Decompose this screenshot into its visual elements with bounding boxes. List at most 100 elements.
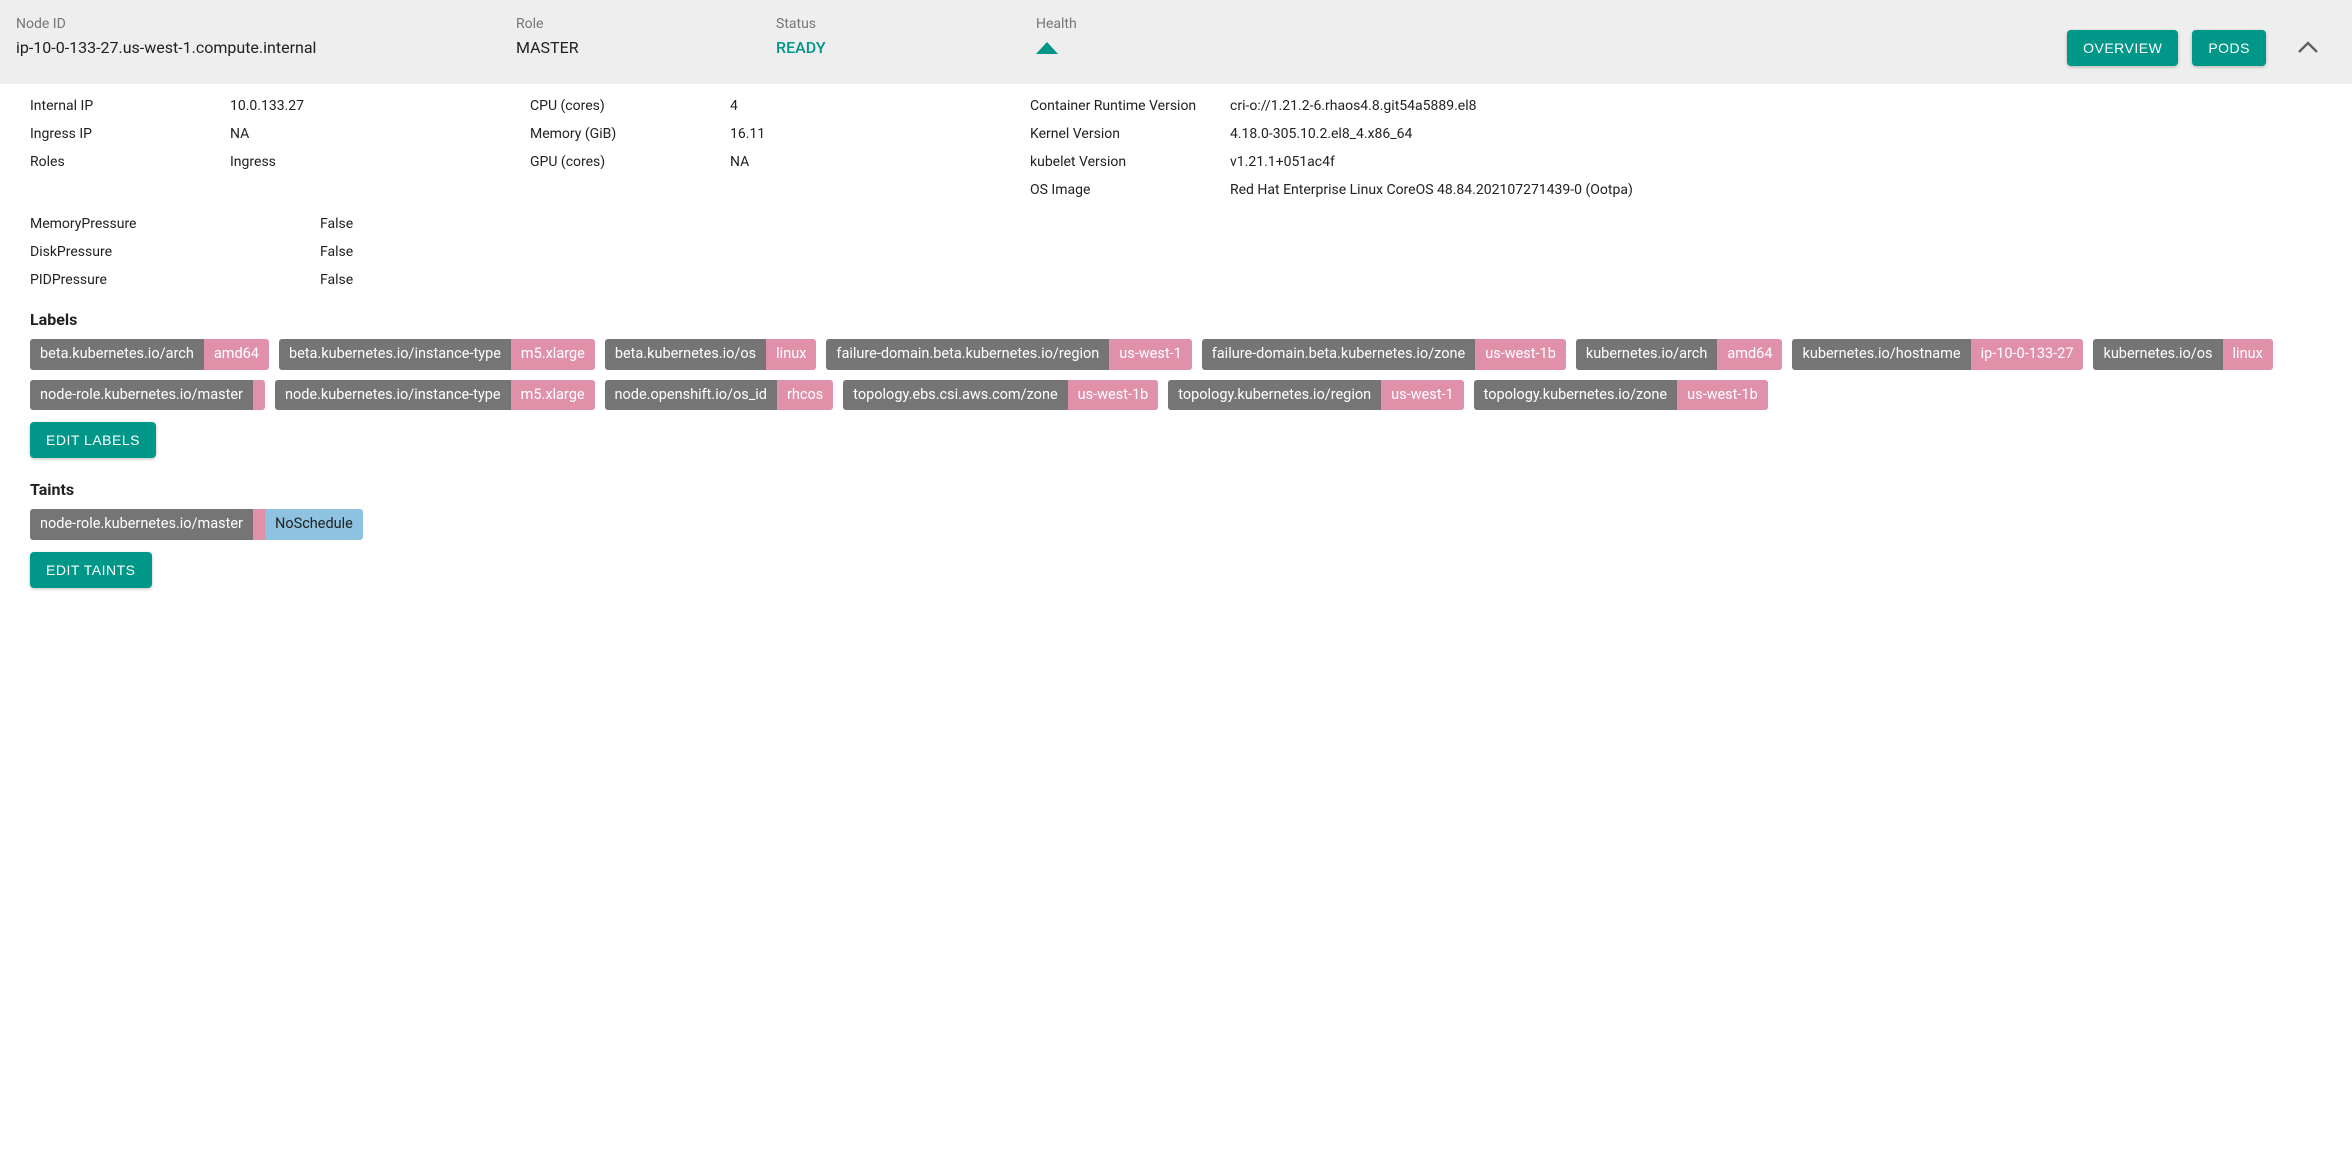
detail-label: OS Image bbox=[1030, 182, 1230, 198]
label-value: amd64 bbox=[1717, 339, 1782, 370]
detail-label: Memory (GiB) bbox=[530, 126, 730, 142]
label-chip: kubernetes.io/oslinux bbox=[2093, 339, 2272, 370]
detail-label: Container Runtime Version bbox=[1030, 98, 1230, 114]
collapse-toggle[interactable] bbox=[2280, 33, 2336, 64]
label-chip: node.openshift.io/os_idrhcos bbox=[605, 380, 834, 411]
detail-value: 4 bbox=[730, 98, 1030, 114]
label-value: us-west-1b bbox=[1068, 380, 1159, 411]
label-value: m5.xlarge bbox=[511, 339, 595, 370]
detail-value: Ingress bbox=[230, 154, 530, 170]
overview-button[interactable]: OVERVIEW bbox=[2067, 30, 2178, 66]
label-key: beta.kubernetes.io/instance-type bbox=[279, 339, 511, 370]
status-label: Status bbox=[776, 16, 1016, 32]
label-key: kubernetes.io/arch bbox=[1576, 339, 1718, 370]
labels-title: Labels bbox=[0, 296, 2352, 335]
detail-value: NA bbox=[730, 154, 1030, 170]
chevron-up-icon bbox=[2298, 41, 2318, 56]
detail-value: NA bbox=[230, 126, 530, 142]
taint-value bbox=[253, 509, 265, 540]
taints-title: Taints bbox=[0, 466, 2352, 505]
label-value: linux bbox=[2223, 339, 2273, 370]
condition-label: PIDPressure bbox=[30, 272, 320, 288]
header-health: Health bbox=[1036, 16, 1186, 54]
header-actions: OVERVIEW PODS bbox=[2067, 16, 2336, 66]
label-chip: failure-domain.beta.kubernetes.io/region… bbox=[826, 339, 1191, 370]
health-up-icon bbox=[1036, 42, 1186, 54]
pods-button[interactable]: PODS bbox=[2192, 30, 2266, 66]
detail-value: 16.11 bbox=[730, 126, 1030, 142]
condition-value: False bbox=[320, 244, 2344, 260]
label-chip: beta.kubernetes.io/oslinux bbox=[605, 339, 817, 370]
detail-label: Ingress IP bbox=[30, 126, 230, 142]
header-node-id: Node ID ip-10-0-133-27.us-west-1.compute… bbox=[16, 16, 496, 57]
label-chip: topology.kubernetes.io/zoneus-west-1b bbox=[1474, 380, 1768, 411]
details-col-versions: Container Runtime Versioncri-o://1.21.2-… bbox=[1030, 98, 2344, 198]
label-key: topology.ebs.csi.aws.com/zone bbox=[843, 380, 1067, 411]
label-value bbox=[253, 380, 265, 411]
header-status: Status READY bbox=[776, 16, 1016, 57]
label-chip: topology.kubernetes.io/regionus-west-1 bbox=[1168, 380, 1463, 411]
taint-chip: node-role.kubernetes.io/master NoSchedule bbox=[30, 509, 363, 540]
label-key: kubernetes.io/os bbox=[2093, 339, 2222, 370]
label-value: us-west-1b bbox=[1475, 339, 1566, 370]
details-col-network: Internal IP10.0.133.27Ingress IPNARolesI… bbox=[30, 98, 530, 198]
label-key: node.openshift.io/os_id bbox=[605, 380, 777, 411]
labels-chips: beta.kubernetes.io/archamd64beta.kuberne… bbox=[0, 335, 2352, 410]
label-chip: failure-domain.beta.kubernetes.io/zoneus… bbox=[1202, 339, 1566, 370]
detail-value: 10.0.133.27 bbox=[230, 98, 530, 114]
edit-taints-button[interactable]: EDIT TAINTS bbox=[30, 552, 152, 588]
details-col-resources: CPU (cores)4Memory (GiB)16.11GPU (cores)… bbox=[530, 98, 1030, 198]
label-chip: node.kubernetes.io/instance-typem5.xlarg… bbox=[275, 380, 595, 411]
label-key: node-role.kubernetes.io/master bbox=[30, 380, 253, 411]
label-value: amd64 bbox=[204, 339, 269, 370]
detail-value: cri-o://1.21.2-6.rhaos4.8.git54a5889.el8 bbox=[1230, 98, 2344, 114]
detail-label: kubelet Version bbox=[1030, 154, 1230, 170]
detail-value: 4.18.0-305.10.2.el8_4.x86_64 bbox=[1230, 126, 2344, 142]
detail-value: v1.21.1+051ac4f bbox=[1230, 154, 2344, 170]
status-value: READY bbox=[776, 38, 1016, 57]
detail-value: Red Hat Enterprise Linux CoreOS 48.84.20… bbox=[1230, 182, 2344, 198]
label-value: us-west-1b bbox=[1677, 380, 1768, 411]
taints-chips: node-role.kubernetes.io/master NoSchedule bbox=[0, 505, 2352, 540]
label-chip: kubernetes.io/archamd64 bbox=[1576, 339, 1783, 370]
health-label: Health bbox=[1036, 16, 1186, 32]
label-key: topology.kubernetes.io/region bbox=[1168, 380, 1381, 411]
condition-value: False bbox=[320, 272, 2344, 288]
label-key: beta.kubernetes.io/os bbox=[605, 339, 766, 370]
label-chip: node-role.kubernetes.io/master bbox=[30, 380, 265, 411]
label-value: us-west-1 bbox=[1109, 339, 1191, 370]
label-chip: topology.ebs.csi.aws.com/zoneus-west-1b bbox=[843, 380, 1158, 411]
label-key: kubernetes.io/hostname bbox=[1792, 339, 1970, 370]
condition-value: False bbox=[320, 216, 2344, 232]
node-id-value: ip-10-0-133-27.us-west-1.compute.interna… bbox=[16, 38, 496, 57]
label-key: beta.kubernetes.io/arch bbox=[30, 339, 204, 370]
label-chip: beta.kubernetes.io/instance-typem5.xlarg… bbox=[279, 339, 595, 370]
detail-label: CPU (cores) bbox=[530, 98, 730, 114]
condition-label: MemoryPressure bbox=[30, 216, 320, 232]
detail-label: Roles bbox=[30, 154, 230, 170]
label-chip: kubernetes.io/hostnameip-10-0-133-27 bbox=[1792, 339, 2083, 370]
label-value: ip-10-0-133-27 bbox=[1971, 339, 2084, 370]
detail-label: Internal IP bbox=[30, 98, 230, 114]
taint-effect: NoSchedule bbox=[265, 509, 363, 540]
label-value: us-west-1 bbox=[1381, 380, 1463, 411]
label-key: topology.kubernetes.io/zone bbox=[1474, 380, 1678, 411]
condition-label: DiskPressure bbox=[30, 244, 320, 260]
header-role: Role MASTER bbox=[516, 16, 756, 57]
role-value: MASTER bbox=[516, 38, 756, 57]
label-value: linux bbox=[766, 339, 816, 370]
edit-labels-button[interactable]: EDIT LABELS bbox=[30, 422, 156, 458]
taint-key: node-role.kubernetes.io/master bbox=[30, 509, 253, 540]
role-label: Role bbox=[516, 16, 756, 32]
detail-label: Kernel Version bbox=[1030, 126, 1230, 142]
detail-label: GPU (cores) bbox=[530, 154, 730, 170]
label-chip: beta.kubernetes.io/archamd64 bbox=[30, 339, 269, 370]
node-conditions: MemoryPressureFalseDiskPressureFalsePIDP… bbox=[0, 206, 2352, 296]
label-key: node.kubernetes.io/instance-type bbox=[275, 380, 511, 411]
label-key: failure-domain.beta.kubernetes.io/region bbox=[826, 339, 1109, 370]
node-details: Internal IP10.0.133.27Ingress IPNARolesI… bbox=[0, 84, 2352, 206]
label-value: rhcos bbox=[777, 380, 833, 411]
node-id-label: Node ID bbox=[16, 16, 496, 32]
node-header: Node ID ip-10-0-133-27.us-west-1.compute… bbox=[0, 0, 2352, 84]
label-value: m5.xlarge bbox=[511, 380, 595, 411]
